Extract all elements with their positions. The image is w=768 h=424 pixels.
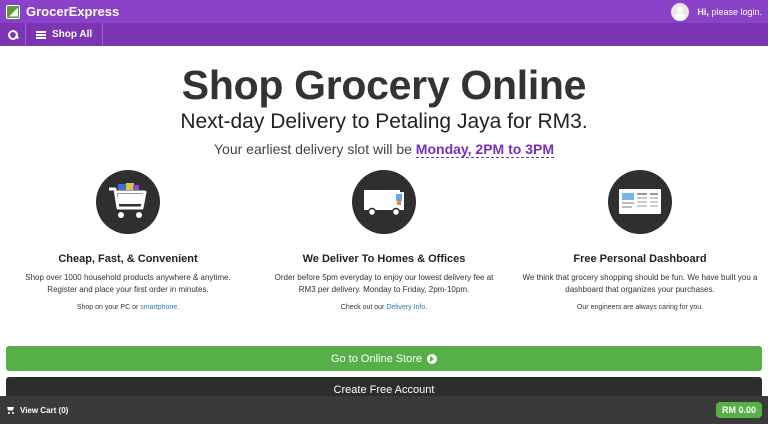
search-icon (7, 29, 18, 40)
feature-note-text: Check out our (340, 304, 385, 311)
top-header: GrocerExpress Hi, please login. (0, 0, 768, 23)
feature-description: Shop over 1000 household products anywhe… (25, 273, 231, 294)
category-nav: Shop All (0, 23, 768, 46)
feature-convenient: Cheap, Fast, & Convenient Shop over 1000… (0, 170, 256, 311)
delivery-slot-value[interactable]: Monday, 2PM to 3PM (415, 141, 554, 158)
feature-title: Free Personal Dashboard (573, 253, 707, 265)
cart-total-badge[interactable]: RM 0.00 (715, 402, 762, 418)
login-link[interactable]: Hi, please login. (697, 7, 762, 17)
feature-note-suffix: . (177, 304, 180, 311)
smartphone-link[interactable]: smartphone (140, 304, 177, 311)
arrow-circle-right-icon (427, 353, 438, 364)
feature-dashboard: Free Personal Dashboard We think that gr… (512, 170, 768, 311)
slot-prefix: Your earliest delivery slot will be (213, 141, 412, 157)
menu-icon (36, 30, 46, 39)
greeting-text: Hi, (697, 6, 709, 17)
feature-note: Check out our Delivery Info. (256, 304, 512, 311)
shop-all-menu[interactable]: Shop All (26, 23, 104, 46)
view-cart-label: View Cart (0) (20, 405, 69, 415)
feature-title: We Deliver To Homes & Offices (302, 253, 466, 265)
login-text[interactable]: please login. (711, 7, 762, 17)
feature-description: Order before 5pm everyday to enjoy our l… (274, 273, 494, 294)
feature-note: Our engineers are always caring for you. (576, 304, 704, 311)
page-subtitle: Next-day Delivery to Petaling Jaya for R… (180, 110, 588, 133)
shop-all-label: Shop All (52, 29, 93, 40)
feature-title: Cheap, Fast, & Convenient (58, 253, 198, 265)
shopping-cart-icon (88, 170, 168, 234)
search-button[interactable] (0, 23, 26, 46)
page-title: Shop Grocery Online (181, 62, 587, 108)
delivery-info-link[interactable]: Delivery Info (386, 304, 425, 311)
cart-bar: View Cart (0) RM 0.00 (0, 396, 768, 424)
user-menu[interactable]: Hi, please login. (671, 2, 762, 21)
features-row: Cheap, Fast, & Convenient Shop over 1000… (0, 170, 768, 311)
cart-icon (6, 407, 15, 414)
go-to-store-button[interactable]: Go to Online Store (6, 346, 762, 371)
logo-icon (6, 4, 20, 19)
feature-note-text: Shop on your PC or (76, 304, 139, 311)
go-to-store-label: Go to Online Store (330, 352, 423, 365)
feature-delivery: We Deliver To Homes & Offices Order befo… (256, 170, 512, 311)
dashboard-icon (600, 170, 680, 234)
delivery-truck-icon (344, 170, 424, 234)
view-cart-button[interactable]: View Cart (0) (6, 406, 68, 415)
feature-description: We think that grocery shopping should be… (522, 273, 758, 294)
avatar-icon[interactable] (671, 2, 690, 21)
delivery-slot-text: Your earliest delivery slot will be Mond… (0, 141, 768, 158)
feature-note: Shop on your PC or smartphone. (0, 304, 256, 311)
brand-logo-link[interactable]: GrocerExpress (6, 4, 119, 19)
brand-name: GrocerExpress (26, 4, 120, 19)
feature-note-suffix: . (425, 304, 428, 311)
